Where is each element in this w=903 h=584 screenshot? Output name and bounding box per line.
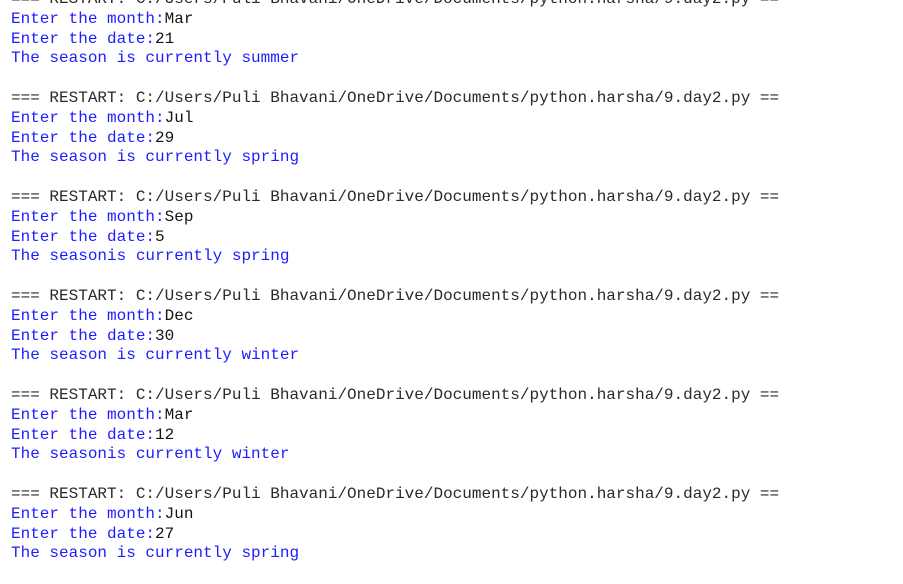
restart-banner: === RESTART: C:/Users/Puli Bhavani/OneDr… [11, 484, 780, 503]
month-input-value: Dec [164, 306, 194, 325]
season-result: The season is currently spring [11, 148, 300, 167]
month-line: Enter the month:Mar [11, 10, 891, 30]
season-result: The season is currently spring [11, 544, 300, 563]
month-line: Enter the month:Jun [11, 505, 891, 525]
season-result: The seasonis currently winter [11, 445, 290, 464]
month-prompt: Enter the month: [11, 504, 165, 523]
date-input-value: 30 [155, 326, 175, 345]
season-result: The seasonis currently spring [11, 247, 290, 266]
date-prompt: Enter the date: [11, 128, 156, 147]
month-input-value: Jul [164, 108, 194, 127]
date-line: Enter the date:5 [11, 228, 891, 248]
shell-transcript: === RESTART: C:/Users/Puli Bhavani/OneDr… [11, 0, 891, 584]
date-prompt: Enter the date: [11, 425, 156, 444]
month-prompt: Enter the month: [11, 9, 165, 28]
run-session: === RESTART: C:/Users/Puli Bhavani/OneDr… [11, 188, 891, 267]
month-input-value: Mar [164, 9, 194, 28]
month-prompt: Enter the month: [11, 207, 165, 226]
date-prompt: Enter the date: [11, 29, 156, 48]
month-line: Enter the month:Dec [11, 307, 891, 327]
season-result: The season is currently summer [11, 49, 300, 68]
restart-banner: === RESTART: C:/Users/Puli Bhavani/OneDr… [11, 286, 780, 305]
date-input-value: 21 [155, 29, 175, 48]
month-input-value: Mar [164, 405, 194, 424]
month-prompt: Enter the month: [11, 405, 165, 424]
month-prompt: Enter the month: [11, 108, 165, 127]
date-prompt: Enter the date: [11, 524, 156, 543]
date-input-value: 5 [155, 227, 165, 246]
python-shell-output-area[interactable]: === RESTART: C:/Users/Puli Bhavani/OneDr… [0, 0, 903, 584]
month-prompt: Enter the month: [11, 306, 165, 325]
run-session: === RESTART: C:/Users/Puli Bhavani/OneDr… [11, 89, 891, 168]
date-line: Enter the date:29 [11, 129, 891, 149]
date-input-value: 29 [155, 128, 175, 147]
month-input-value: Sep [164, 207, 194, 226]
season-result: The season is currently winter [11, 346, 300, 365]
restart-banner: === RESTART: C:/Users/Puli Bhavani/OneDr… [11, 0, 891, 10]
month-line: Enter the month:Mar [11, 406, 891, 426]
date-line: Enter the date:21 [11, 30, 891, 50]
date-input-value: 12 [155, 425, 175, 444]
restart-banner: === RESTART: C:/Users/Puli Bhavani/OneDr… [11, 88, 780, 107]
date-line: Enter the date:12 [11, 426, 891, 446]
run-session: === RESTART: C:/Users/Puli Bhavani/OneDr… [11, 287, 891, 366]
date-input-value: 27 [155, 524, 175, 543]
run-session: === RESTART: C:/Users/Puli Bhavani/OneDr… [11, 485, 891, 564]
month-input-value: Jun [164, 504, 194, 523]
date-line: Enter the date:27 [11, 525, 891, 545]
restart-banner: === RESTART: C:/Users/Puli Bhavani/OneDr… [11, 385, 780, 404]
month-line: Enter the month:Sep [11, 208, 891, 228]
run-session: === RESTART: C:/Users/Puli Bhavani/OneDr… [11, 386, 891, 465]
date-prompt: Enter the date: [11, 326, 156, 345]
run-session: === RESTART: C:/Users/Puli Bhavani/OneDr… [11, 0, 891, 69]
date-line: Enter the date:30 [11, 327, 891, 347]
month-line: Enter the month:Jul [11, 109, 891, 129]
restart-banner: === RESTART: C:/Users/Puli Bhavani/OneDr… [11, 187, 780, 206]
date-prompt: Enter the date: [11, 227, 156, 246]
